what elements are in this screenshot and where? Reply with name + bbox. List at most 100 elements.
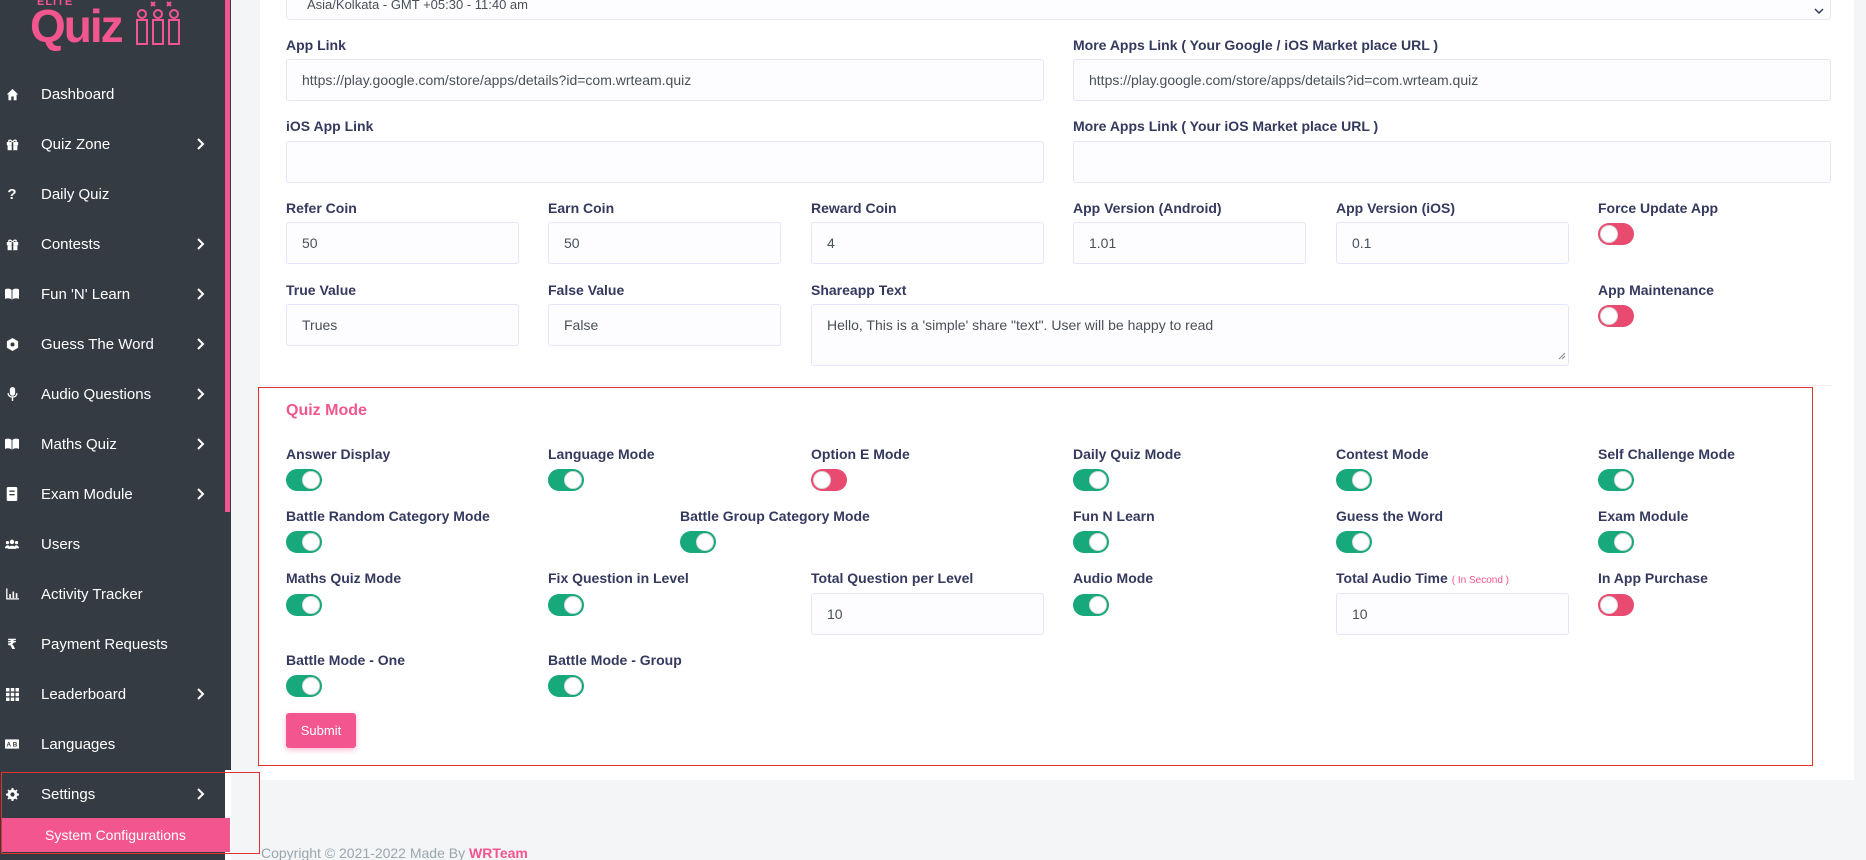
fun-n-learn-toggle[interactable] xyxy=(1073,531,1109,553)
refer-coin-label: Refer Coin xyxy=(286,200,357,216)
maths-quiz-mode-label: Maths Quiz Mode xyxy=(286,570,402,586)
total-audio-time-input[interactable]: 10 xyxy=(1336,593,1569,635)
sidebar-item-label: Fun 'N' Learn xyxy=(41,285,131,303)
fix-question-in-level-toggle[interactable] xyxy=(548,594,584,616)
chevron-down-icon xyxy=(1814,1,1824,19)
timezone-select[interactable]: Asia/Kolkata - GMT +05:30 - 11:40 am xyxy=(286,0,1831,20)
total-question-per-level-label: Total Question per Level xyxy=(811,570,974,586)
toggle-knob xyxy=(1089,596,1107,614)
more-apps-link-input[interactable]: https://play.google.com/store/apps/detai… xyxy=(1073,59,1831,101)
app-version-android-input[interactable]: 1.01 xyxy=(1073,222,1306,264)
sidebar-item-guess-the-word[interactable]: Guess The Word xyxy=(0,319,225,369)
answer-display-toggle[interactable] xyxy=(286,469,322,491)
daily-quiz-mode-label: Daily Quiz Mode xyxy=(1073,446,1182,462)
toggle-knob xyxy=(302,471,320,489)
sidebar-item-fun-n-learn[interactable]: Fun 'N' Learn xyxy=(0,269,225,319)
sidebar-item-daily-quiz[interactable]: ? Daily Quiz xyxy=(0,169,225,219)
contest-mode-toggle[interactable] xyxy=(1336,469,1372,491)
sidebar-item-label: Activity Tracker xyxy=(41,585,143,603)
submit-button[interactable]: Submit xyxy=(286,713,356,748)
battle-random-category-toggle[interactable] xyxy=(286,531,322,553)
chevron-right-icon xyxy=(197,238,207,250)
svg-text:A: A xyxy=(7,742,12,749)
reward-coin-input[interactable]: 4 xyxy=(811,222,1044,264)
gift-icon xyxy=(5,237,19,251)
sidebar-item-leaderboard[interactable]: Leaderboard xyxy=(0,669,225,719)
toggle-knob xyxy=(1089,471,1107,489)
section-divider xyxy=(260,385,1832,386)
false-value-input[interactable]: False xyxy=(548,304,781,346)
sidebar-item-audio-questions[interactable]: Audio Questions xyxy=(0,369,225,419)
true-value-input[interactable]: Trues xyxy=(286,304,519,346)
rupee-icon: ₹ xyxy=(7,635,17,652)
sidebar-item-activity-tracker[interactable]: Activity Tracker xyxy=(0,569,225,619)
shareapp-text-label: Shareapp Text xyxy=(811,282,907,298)
microphone-icon xyxy=(5,387,19,401)
sidebar-item-payment-requests[interactable]: ₹ Payment Requests xyxy=(0,619,225,669)
sidebar-item-label: Contests xyxy=(41,235,101,253)
total-question-per-level-input[interactable]: 10 xyxy=(811,593,1044,635)
app-version-android-label: App Version (Android) xyxy=(1073,200,1222,216)
shareapp-text-textarea[interactable]: Hello, This is a 'simple' share "text". … xyxy=(811,304,1569,366)
fun-n-learn-label: Fun N Learn xyxy=(1073,508,1155,524)
sidebar-item-label: Guess The Word xyxy=(41,335,154,353)
battle-mode-one-label: Battle Mode - One xyxy=(286,652,406,668)
sidebar-item-label: Leaderboard xyxy=(41,685,127,703)
in-app-purchase-label: In App Purchase xyxy=(1598,570,1708,586)
option-e-mode-label: Option E Mode xyxy=(811,446,910,462)
sidebar-scrollbar[interactable] xyxy=(225,0,230,512)
maths-quiz-mode-toggle[interactable] xyxy=(286,594,322,616)
sidebar-item-languages[interactable]: AB Languages xyxy=(0,719,225,769)
sidebar-item-quiz-zone[interactable]: Quiz Zone xyxy=(0,119,225,169)
battle-group-category-toggle[interactable] xyxy=(680,531,716,553)
battle-random-category-label: Battle Random Category Mode xyxy=(286,508,490,524)
app-version-ios-input[interactable]: 0.1 xyxy=(1336,222,1569,264)
ios-app-link-input[interactable] xyxy=(286,141,1044,183)
total-audio-time-text: Total Audio Time xyxy=(1336,570,1448,586)
exam-module-toggle[interactable] xyxy=(1598,531,1634,553)
toggle-knob xyxy=(813,471,831,489)
sidebar-item-label: Payment Requests xyxy=(41,635,168,653)
sidebar-item-users[interactable]: Users xyxy=(0,519,225,569)
sidebar-item-label: Dashboard xyxy=(41,85,115,103)
audio-mode-toggle[interactable] xyxy=(1073,594,1109,616)
sidebar-item-label: Exam Module xyxy=(41,485,133,503)
more-apps-ios-label: More Apps Link ( Your iOS Market place U… xyxy=(1073,118,1379,134)
language-mode-label: Language Mode xyxy=(548,446,655,462)
in-app-purchase-toggle[interactable] xyxy=(1598,594,1634,616)
toggle-knob xyxy=(1089,533,1107,551)
toggle-knob xyxy=(1614,533,1632,551)
chevron-right-icon xyxy=(197,288,207,300)
battle-mode-group-toggle[interactable] xyxy=(548,675,584,697)
more-apps-ios-input[interactable] xyxy=(1073,141,1831,183)
resize-grip-icon[interactable] xyxy=(1558,347,1566,363)
app-maintenance-toggle[interactable] xyxy=(1598,305,1634,327)
toggle-knob xyxy=(564,596,582,614)
sidebar-item-contests[interactable]: Contests xyxy=(0,219,225,269)
footer-link[interactable]: WRTeam xyxy=(469,845,528,860)
sidebar-item-exam-module[interactable]: Exam Module xyxy=(0,469,225,519)
refer-coin-input[interactable]: 50 xyxy=(286,222,519,264)
app-link-input[interactable]: https://play.google.com/store/apps/detai… xyxy=(286,59,1044,101)
sidebar-item-maths-quiz[interactable]: Maths Quiz xyxy=(0,419,225,469)
exam-module-label: Exam Module xyxy=(1598,508,1689,524)
self-challenge-mode-toggle[interactable] xyxy=(1598,469,1634,491)
sidebar-item-dashboard[interactable]: Dashboard xyxy=(0,69,225,119)
gift-icon xyxy=(5,137,19,151)
chevron-right-icon xyxy=(197,388,207,400)
battle-mode-one-toggle[interactable] xyxy=(286,675,322,697)
battle-mode-group-label: Battle Mode - Group xyxy=(548,652,682,668)
sidebar-item-label: Languages xyxy=(41,735,116,753)
earn-coin-input[interactable]: 50 xyxy=(548,222,781,264)
chevron-right-icon xyxy=(197,688,207,700)
daily-quiz-mode-toggle[interactable] xyxy=(1073,469,1109,491)
shareapp-text-value: Hello, This is a 'simple' share "text". … xyxy=(827,317,1214,333)
logo[interactable]: ELITE Quiz xyxy=(30,0,185,60)
timezone-value: Asia/Kolkata - GMT +05:30 - 11:40 am xyxy=(307,0,528,12)
contest-mode-label: Contest Mode xyxy=(1336,446,1429,462)
toggle-knob xyxy=(696,533,714,551)
option-e-mode-toggle[interactable] xyxy=(811,469,847,491)
language-mode-toggle[interactable] xyxy=(548,469,584,491)
force-update-toggle[interactable] xyxy=(1598,223,1634,245)
guess-the-word-toggle[interactable] xyxy=(1336,531,1372,553)
